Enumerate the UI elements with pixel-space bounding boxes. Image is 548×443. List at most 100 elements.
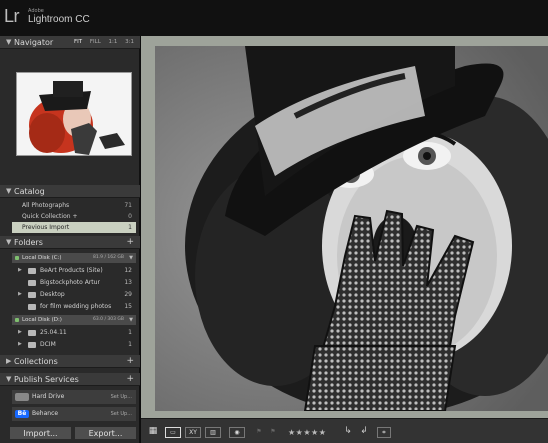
- collections-header[interactable]: ▶ Collections +: [0, 355, 140, 368]
- expand-arrow-icon[interactable]: ▶: [18, 327, 22, 338]
- folder-count: 1: [128, 329, 132, 336]
- folder-item[interactable]: ▶ BeArt Products (Site) 12: [12, 265, 136, 276]
- folder-count: 13: [124, 279, 132, 286]
- collapse-triangle-icon: ▼: [6, 238, 12, 246]
- catalog-header[interactable]: ▼ Catalog: [0, 185, 140, 198]
- photo-image: [155, 46, 548, 411]
- catalog-previous-import[interactable]: Previous Import 1: [12, 222, 136, 233]
- expand-arrow-icon[interactable]: ▶: [18, 289, 22, 300]
- navigator-header[interactable]: ▼ Navigator FIT FILL 1:1 3:1: [0, 36, 140, 49]
- expand-arrow-icon[interactable]: ▶: [18, 339, 22, 350]
- catalog-item-count: 1: [128, 224, 132, 231]
- rotate-right-icon[interactable]: ↲: [357, 427, 371, 438]
- survey-view-icon[interactable]: ▥: [205, 427, 221, 438]
- disk-label: Local Disk (C:): [22, 255, 62, 261]
- setup-link[interactable]: Set Up...: [111, 390, 132, 404]
- add-collection-icon[interactable]: +: [126, 356, 134, 366]
- folder-count: 15: [124, 303, 132, 310]
- catalog-item-count: 0: [128, 213, 132, 220]
- folder-item[interactable]: ▶ Desktop 29: [12, 289, 136, 300]
- publish-behance[interactable]: Bē Behance Set Up...: [12, 407, 136, 421]
- folder-item[interactable]: ▶ DCIM 1: [12, 339, 136, 350]
- folder-label: Desktop: [40, 291, 65, 298]
- expand-triangle-icon: ▶: [6, 357, 12, 365]
- disk-c[interactable]: Local Disk (C:) 81.9 / 162 GB ▼: [12, 253, 136, 263]
- disk-menu-icon[interactable]: ▼: [129, 315, 133, 325]
- catalog-item-label: Previous Import: [22, 224, 70, 231]
- folder-item[interactable]: ▶ 25.04.11 1: [12, 327, 136, 338]
- flag-icon[interactable]: ⚑: [253, 427, 265, 438]
- navigator-title: Navigator: [14, 38, 54, 47]
- disk-status-icon: [15, 256, 19, 260]
- folder-label: BeArt Products (Site): [40, 267, 103, 274]
- hard-drive-icon: [15, 393, 29, 401]
- disk-capacity: 81.9 / 162 GB: [93, 255, 124, 260]
- add-folder-icon[interactable]: +: [126, 237, 134, 247]
- publish-services-title: Publish Services: [14, 375, 79, 384]
- folder-label: 25.04.11: [40, 329, 67, 336]
- folder-icon: [28, 292, 36, 298]
- rotate-left-icon[interactable]: ↳: [341, 427, 355, 438]
- catalog-item-label: All Photographs: [22, 202, 70, 209]
- folder-icon: [28, 304, 36, 310]
- import-button[interactable]: Import...: [9, 426, 72, 440]
- publish-service-label: Hard Drive: [32, 393, 65, 400]
- catalog-item-label: Quick Collection +: [22, 213, 78, 220]
- bottom-toolbar: ▦ ▭ XY ▥ ◉ ⚑ ⚑ ★★★★★ ↳ ↲ ⌗: [141, 418, 548, 443]
- disk-menu-icon[interactable]: ▼: [129, 253, 133, 263]
- zoom-fill[interactable]: FILL: [90, 39, 101, 45]
- zoom-1-1[interactable]: 1:1: [109, 39, 118, 45]
- zoom-3-1[interactable]: 3:1: [125, 39, 134, 45]
- main-photo[interactable]: [155, 46, 548, 411]
- catalog-all-photographs[interactable]: All Photographs 71: [12, 200, 136, 211]
- disk-d[interactable]: Local Disk (D:) 63.0 / 303 GB ▼: [12, 315, 136, 325]
- publish-service-label: Behance: [32, 410, 59, 417]
- folder-label: for film wedding photos: [40, 303, 112, 310]
- folder-icon: [28, 330, 36, 336]
- crop-icon[interactable]: ⌗: [377, 427, 391, 438]
- publish-services-header[interactable]: ▼ Publish Services +: [0, 373, 140, 386]
- preview-photo: [17, 73, 131, 155]
- collections-title: Collections: [14, 357, 58, 366]
- folder-label: Bigstockphoto Artur: [40, 279, 100, 286]
- loupe-view: [141, 36, 548, 418]
- publish-hard-drive[interactable]: Hard Drive Set Up...: [12, 390, 136, 404]
- left-panel: ▼ Navigator FIT FILL 1:1 3:1 ▼ Catalog A…: [0, 36, 140, 443]
- add-publish-service-icon[interactable]: +: [126, 374, 134, 384]
- people-view-icon[interactable]: ◉: [229, 427, 245, 438]
- folder-label: DCIM: [40, 341, 56, 348]
- folder-count: 12: [124, 267, 132, 274]
- compare-view-icon[interactable]: XY: [185, 427, 201, 438]
- folders-header[interactable]: ▼ Folders +: [0, 236, 140, 249]
- folder-count: 1: [128, 341, 132, 348]
- behance-icon: Bē: [15, 410, 29, 418]
- catalog-quick-collection[interactable]: Quick Collection + 0: [12, 211, 136, 222]
- catalog-item-count: 71: [124, 202, 132, 209]
- folder-item[interactable]: Bigstockphoto Artur 13: [12, 277, 136, 288]
- disk-status-icon: [15, 318, 19, 322]
- collapse-triangle-icon: ▼: [6, 375, 12, 383]
- folder-count: 29: [124, 291, 132, 298]
- setup-link[interactable]: Set Up...: [111, 407, 132, 421]
- disk-label: Local Disk (D:): [22, 317, 62, 323]
- folders-title: Folders: [14, 238, 43, 247]
- zoom-fit[interactable]: FIT: [74, 39, 82, 45]
- folder-icon: [28, 268, 36, 274]
- loupe-view-icon[interactable]: ▭: [165, 427, 181, 438]
- export-button[interactable]: Export...: [74, 426, 137, 440]
- navigator-zoom-options: FIT FILL 1:1 3:1: [68, 39, 134, 45]
- app-name: Lightroom CC: [28, 14, 90, 25]
- folder-icon: [28, 342, 36, 348]
- reject-flag-icon[interactable]: ⚑: [267, 427, 279, 438]
- title-bar: Lr Adobe Lightroom CC: [0, 0, 548, 36]
- disk-capacity: 63.0 / 303 GB: [93, 317, 124, 322]
- catalog-title: Catalog: [14, 187, 45, 196]
- grid-view-icon[interactable]: ▦: [145, 427, 161, 438]
- collapse-triangle-icon: ▼: [6, 38, 12, 46]
- lightroom-logo: Lr: [4, 6, 20, 26]
- expand-arrow-icon[interactable]: ▶: [18, 265, 22, 276]
- folder-item[interactable]: for film wedding photos 15: [12, 301, 136, 312]
- navigator-preview[interactable]: [16, 72, 132, 156]
- collapse-triangle-icon: ▼: [6, 187, 12, 195]
- star-rating[interactable]: ★★★★★: [288, 428, 326, 437]
